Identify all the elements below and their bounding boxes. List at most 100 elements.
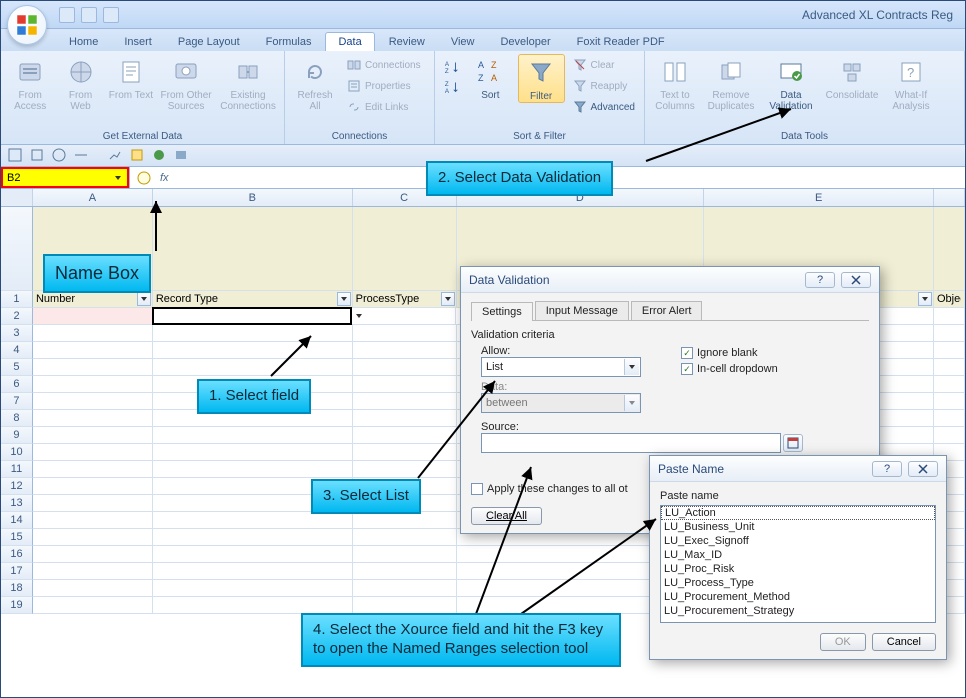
cell[interactable] <box>153 207 353 291</box>
cell[interactable] <box>353 546 457 563</box>
cell[interactable] <box>353 512 457 529</box>
allow-select[interactable]: List <box>481 357 641 377</box>
filter-dropdown-icon[interactable] <box>918 292 932 306</box>
cell-header-number[interactable]: Number <box>33 291 153 308</box>
cell[interactable] <box>33 325 153 342</box>
cell[interactable] <box>33 410 153 427</box>
list-item[interactable]: LU_Action <box>661 506 935 520</box>
consolidate-button[interactable]: Consolidate <box>823 54 881 101</box>
cell-selected[interactable] <box>152 307 352 325</box>
cell[interactable] <box>353 325 457 342</box>
list-item[interactable]: LU_Business_Unit <box>661 520 935 534</box>
cell[interactable] <box>33 529 153 546</box>
tab-review[interactable]: Review <box>377 33 437 51</box>
row-header[interactable]: 17 <box>1 563 33 580</box>
qat-icon[interactable] <box>173 147 191 165</box>
cell[interactable] <box>33 563 153 580</box>
reapply-button[interactable]: Reapply <box>569 77 638 95</box>
cell[interactable] <box>33 427 153 444</box>
close-button[interactable] <box>908 461 938 477</box>
cell[interactable] <box>33 461 153 478</box>
col-header-b[interactable]: B <box>153 189 353 206</box>
source-input[interactable] <box>481 433 781 453</box>
cell[interactable] <box>33 393 153 410</box>
tab-error-alert[interactable]: Error Alert <box>631 301 703 320</box>
row-header[interactable]: 2 <box>1 308 33 325</box>
list-item[interactable]: LU_Exec_Signoff <box>661 534 935 548</box>
from-other-button[interactable]: From Other Sources <box>158 54 214 112</box>
row-header[interactable]: 13 <box>1 495 33 512</box>
dialog-title-bar[interactable]: Paste Name ? <box>650 456 946 482</box>
row-header[interactable]: 12 <box>1 478 33 495</box>
cell[interactable] <box>33 342 153 359</box>
row-header[interactable]: 11 <box>1 461 33 478</box>
cell[interactable] <box>934 427 965 444</box>
tab-input-message[interactable]: Input Message <box>535 301 629 320</box>
tab-foxit[interactable]: Foxit Reader PDF <box>565 33 677 51</box>
cell[interactable] <box>33 478 153 495</box>
cell[interactable] <box>353 342 457 359</box>
qat-icon[interactable] <box>51 147 69 165</box>
row-header[interactable]: 4 <box>1 342 33 359</box>
expand-icon[interactable] <box>136 170 152 186</box>
col-header-e[interactable]: E <box>704 189 934 206</box>
cell[interactable] <box>934 376 965 393</box>
cell[interactable] <box>934 207 965 291</box>
tab-home[interactable]: Home <box>57 33 110 51</box>
tab-page-layout[interactable]: Page Layout <box>166 33 252 51</box>
cell[interactable] <box>352 308 456 325</box>
tab-settings[interactable]: Settings <box>471 302 533 321</box>
cell[interactable] <box>934 342 965 359</box>
name-box-dropdown-icon[interactable] <box>111 171 125 185</box>
cell[interactable] <box>33 546 153 563</box>
connections-button[interactable]: Connections <box>343 56 424 74</box>
filter-button[interactable]: Filter <box>518 54 565 103</box>
tab-view[interactable]: View <box>439 33 487 51</box>
cell[interactable] <box>33 512 153 529</box>
edit-links-button[interactable]: Edit Links <box>343 98 424 116</box>
filter-dropdown-icon[interactable] <box>441 292 455 306</box>
row-header[interactable]: 8 <box>1 410 33 427</box>
list-item[interactable]: LU_Proc_Risk <box>661 562 935 576</box>
cell[interactable] <box>153 580 353 597</box>
cell[interactable] <box>153 597 353 614</box>
qat-icon[interactable] <box>29 147 47 165</box>
row-header[interactable]: 16 <box>1 546 33 563</box>
help-button[interactable]: ? <box>872 461 902 477</box>
qat-icon[interactable] <box>7 147 25 165</box>
close-button[interactable] <box>841 272 871 288</box>
row-header[interactable]: 7 <box>1 393 33 410</box>
help-button[interactable]: ? <box>805 272 835 288</box>
tab-formulas[interactable]: Formulas <box>254 33 324 51</box>
list-item[interactable]: LU_Max_ID <box>661 548 935 562</box>
qat-save-icon[interactable] <box>59 7 75 23</box>
cell[interactable] <box>353 207 457 291</box>
sort-az-button[interactable]: AZ <box>441 58 463 76</box>
row-header[interactable]: 9 <box>1 427 33 444</box>
cell[interactable] <box>153 546 353 563</box>
qat-icon[interactable] <box>151 147 169 165</box>
tab-data[interactable]: Data <box>325 32 374 51</box>
filter-dropdown-icon[interactable] <box>137 292 151 306</box>
from-web-button[interactable]: From Web <box>57 54 103 112</box>
row-header[interactable]: 19 <box>1 597 33 614</box>
cell-header-processtype[interactable]: ProcessType <box>353 291 457 308</box>
cell-header-recordtype[interactable]: Record Type <box>153 291 353 308</box>
cancel-button[interactable]: Cancel <box>872 633 936 651</box>
existing-connections-button[interactable]: Existing Connections <box>218 54 278 112</box>
clear-button[interactable]: Clear <box>569 56 638 74</box>
tab-developer[interactable]: Developer <box>488 33 562 51</box>
paste-name-listbox[interactable]: LU_ActionLU_Business_UnitLU_Exec_Signoff… <box>660 505 936 623</box>
cell[interactable] <box>153 427 353 444</box>
filter-dropdown-icon[interactable] <box>337 292 351 306</box>
cell[interactable] <box>353 580 457 597</box>
sort-button[interactable]: AZZASort <box>467 54 514 101</box>
range-picker-icon[interactable] <box>783 434 803 452</box>
row-header[interactable]: 3 <box>1 325 33 342</box>
cell[interactable] <box>153 342 353 359</box>
qat-redo-icon[interactable] <box>103 7 119 23</box>
row-header[interactable]: 10 <box>1 444 33 461</box>
list-item[interactable]: LU_Procurement_Method <box>661 590 935 604</box>
row-header[interactable] <box>1 207 33 291</box>
select-all-corner[interactable] <box>1 189 33 206</box>
